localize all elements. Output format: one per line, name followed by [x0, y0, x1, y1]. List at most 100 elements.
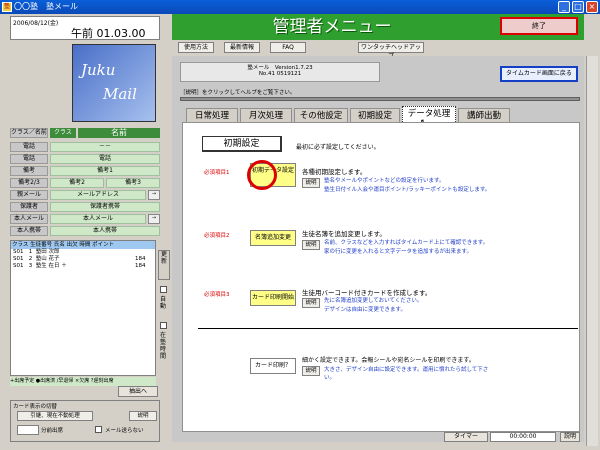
class-name-label: クラス／名前 [10, 128, 48, 138]
item-3-line1: 先に名簿追加変更しておいてください。 [324, 298, 423, 304]
end-button[interactable]: 終了 [500, 17, 578, 35]
switch-button[interactable]: 引継、現在不動処理 [17, 411, 93, 421]
required-label-2: 必須項目2 [204, 233, 230, 239]
app-icon: 塾 [2, 2, 12, 12]
tab-daily[interactable]: 日常処理 [186, 108, 238, 122]
tab-panel [182, 122, 580, 432]
update-button[interactable]: 更新 [158, 250, 170, 280]
explain-button-2[interactable]: 説明 [302, 240, 320, 250]
explain-button-3[interactable]: 説明 [302, 298, 320, 308]
field-label: 本人携帯 [10, 226, 48, 236]
tab-other-settings[interactable]: その他設定 [294, 108, 348, 122]
field-row: 電話 －－ [10, 142, 160, 152]
tab-teacher-attendance[interactable]: 講師出勤 [458, 108, 510, 122]
field-value: －－ [50, 142, 160, 152]
right-scrollbar[interactable] [586, 56, 598, 446]
separator-bar [180, 97, 580, 101]
field-value: 本人メール [50, 214, 146, 224]
juku-mail-logo: Juku Mail [72, 44, 156, 122]
field-row: 本人携帯 本人携帯 [10, 226, 160, 236]
highlight-circle [247, 160, 277, 190]
extra-title: 細かく設定できます。会報シールや宛名シールを印刷できます。 [302, 357, 475, 364]
field-label: 保護者 [10, 202, 48, 212]
extra-line1: 大きさ、デザイン自由に設定できます。運用に慣れたら試して下さい。 [324, 367, 489, 381]
item-1-title: 各種初期設定します。 [302, 168, 367, 176]
clock-date: 2006/08/12(金) [13, 20, 59, 27]
send-mail-icon[interactable]: → [148, 190, 160, 200]
field-label: 備考2/3 [10, 178, 48, 188]
no-mail-label: メール送らない [105, 428, 144, 434]
roster-edit-button[interactable]: 名簿追加変更 [250, 230, 296, 246]
table-row[interactable]: S01 3 塾生 在日 ＋ 184 [11, 263, 155, 270]
field-value: 備考1 [50, 166, 160, 176]
card-toggle-caption: カード表示の切替 [13, 404, 58, 410]
version-box: 塾メール Version1.7.23 No.41 0519121 [180, 62, 380, 82]
required-label-3: 必須項目3 [204, 292, 230, 298]
news-button[interactable]: 最新情報 [224, 42, 260, 53]
session-checkbox[interactable] [160, 322, 167, 329]
maximize-icon[interactable]: □ [572, 1, 584, 13]
close-icon[interactable]: × [586, 1, 598, 13]
tab-data-processing[interactable]: データ処理 [402, 106, 456, 122]
field-label: 本人メール [10, 214, 48, 224]
onetouch-update-button[interactable]: ワンタッチヘッドアップ [358, 42, 424, 60]
status-bar: タイマー 00:00:00 説明 [172, 432, 584, 444]
no-mail-checkbox[interactable] [95, 426, 102, 433]
send-mail-icon[interactable]: → [148, 214, 160, 224]
field-label: 親メール [10, 190, 48, 200]
auto-checkbox[interactable] [160, 286, 167, 293]
clock-display: 2006/08/12(金) 午前 01.03.00 [10, 16, 160, 40]
field-value: メールアドレス [50, 190, 146, 200]
student-list[interactable]: クラス 生徒番号 氏名 出欠 時間 ポイント S01 1 塾田 次郎 S01 2… [10, 240, 156, 376]
field-value: 備考2 [50, 178, 104, 188]
faq-button[interactable]: FAQ [270, 42, 306, 53]
section-title: 初期設定 [202, 136, 282, 152]
explain-button[interactable]: 説明 [129, 411, 157, 421]
tab-monthly[interactable]: 月次処理 [240, 108, 292, 122]
item-2-title: 生徒名簿を追加変更します。 [302, 230, 386, 238]
delay-unit-label: 分前出席 [41, 428, 64, 434]
card-print-button[interactable]: カード印刷開始 [250, 290, 296, 306]
student-list-header: クラス 生徒番号 氏名 出欠 時間 ポイント [11, 241, 155, 249]
item-2-line2: 家の行に変更を入れると文字データを追加するが出来ます。 [324, 249, 472, 255]
field-value: 本人携帯 [50, 226, 160, 236]
field-row: 備考2/3 備考2 備考3 [10, 178, 160, 188]
return-timecard-button[interactable]: タイムカード画面に戻る [500, 66, 578, 82]
explain-button-1[interactable]: 説明 [302, 178, 320, 188]
field-label: 電話 [10, 154, 48, 164]
field-row: 備考 備考1 [10, 166, 160, 176]
timer-label: タイマー [444, 432, 488, 442]
window-titlebar: 塾 〇〇塾 塾メール [0, 0, 600, 14]
auto-label: 自動 [160, 296, 167, 310]
field-value: 保護者携帯 [50, 202, 160, 212]
session-label: 在塾時間 [160, 332, 167, 360]
explain-button-4[interactable]: 説明 [302, 366, 320, 376]
logo-line2: Mail [103, 85, 137, 103]
required-label-1: 必須項目1 [204, 170, 230, 176]
attendance-legend: +出席予定 ●出席済 /早退帰 ×欠席 ?遅刻出席 [10, 377, 156, 386]
window-title: 〇〇塾 塾メール [14, 2, 78, 11]
status-explain-button[interactable]: 説明 [560, 432, 580, 442]
divider [198, 328, 578, 329]
field-row: 親メール メールアドレス → [10, 190, 160, 200]
table-row[interactable]: S01 2 塾山 花子 184 [11, 256, 155, 263]
tab-initial-settings[interactable]: 初期設定 [350, 108, 400, 122]
page-title: 管理者メニュー [272, 17, 392, 37]
field-label: 電話 [10, 142, 48, 152]
table-row[interactable]: S01 1 塾田 次郎 [11, 249, 155, 256]
field-value-2: 備考3 [106, 178, 160, 188]
extract-button[interactable]: 抽出へ [118, 386, 158, 397]
item-1-line2: 塾生日付イル入会や運目ボイント/ラッキーポイントも設定します。 [324, 187, 491, 193]
card-print-option-button[interactable]: カード印刷？ [250, 358, 296, 374]
item-3-title: 生徒用バーコード付きカードを作成します。 [302, 289, 432, 297]
field-label: 備考 [10, 166, 48, 176]
usage-button[interactable]: 使用方法 [178, 42, 214, 53]
card-toggle-box: カード表示の切替 引継、現在不動処理 説明 分前出席 メール送らない [10, 400, 160, 442]
version-line2: No.41 0519121 [258, 71, 302, 77]
delay-minutes-input[interactable] [17, 425, 39, 435]
minimize-icon[interactable]: _ [558, 1, 570, 13]
field-value: 電話 [50, 154, 160, 164]
field-row: 電話 電話 [10, 154, 160, 164]
item-2-line1: 名前、クラスなどを入力すればタイムカード上にて確認できます。 [324, 240, 489, 246]
class-name-header: クラス／名前 クラス 名前 [10, 128, 160, 138]
